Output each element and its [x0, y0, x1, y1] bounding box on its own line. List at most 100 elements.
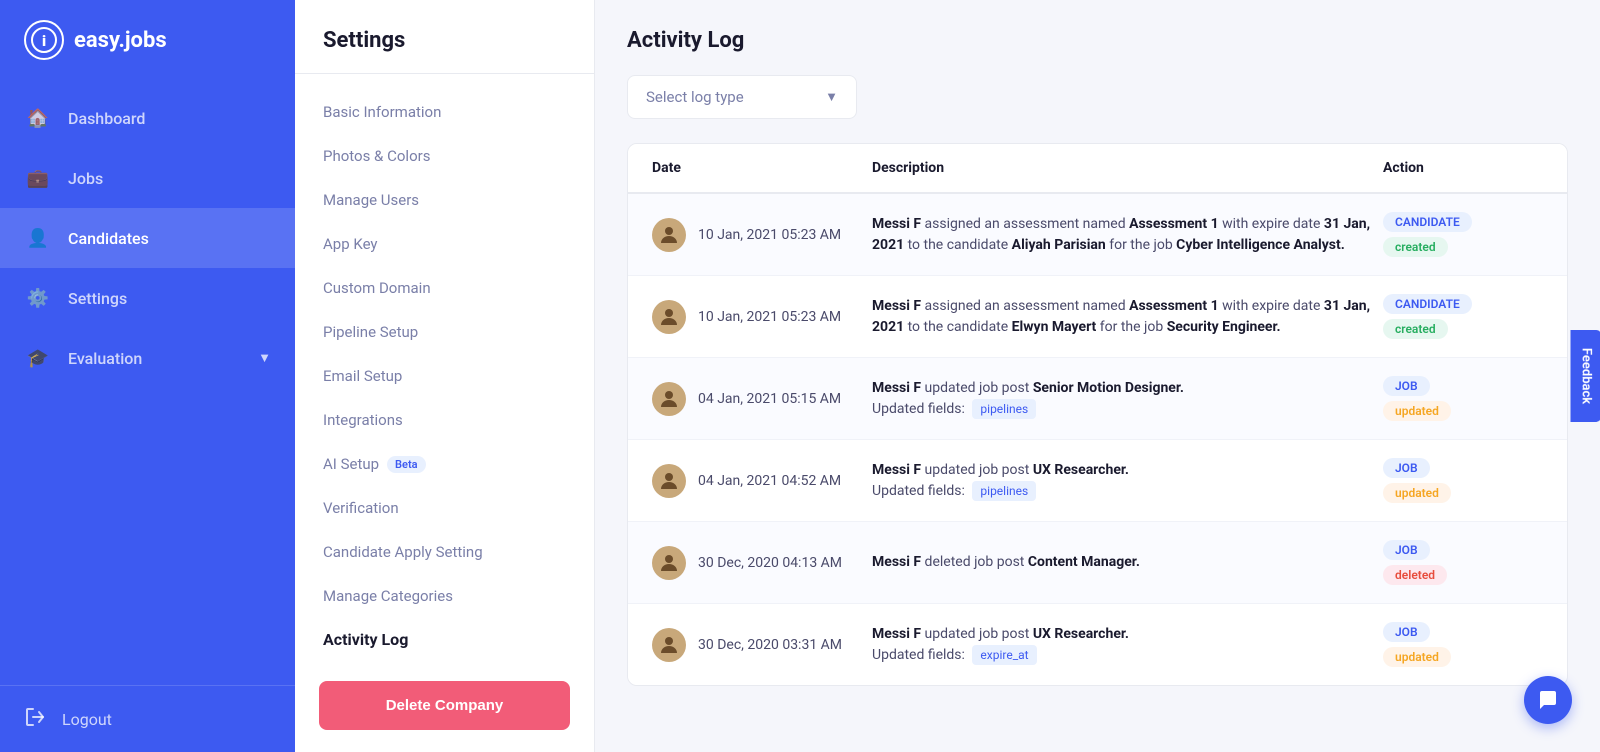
chat-bubble-button[interactable]	[1524, 676, 1572, 724]
settings-menu-candidate-apply[interactable]: Candidate Apply Setting	[295, 530, 594, 574]
avatar	[652, 218, 686, 252]
jobs-icon: 💼	[24, 164, 52, 192]
badge-status: updated	[1383, 483, 1451, 503]
sidebar-item-label: Dashboard	[68, 109, 145, 128]
logout-item[interactable]: Logout	[0, 685, 295, 752]
table-header: Date Description Action	[628, 144, 1567, 194]
table-header-date: Date	[652, 160, 872, 176]
feedback-tab[interactable]: Feedback	[1570, 330, 1600, 422]
delete-company-button[interactable]: Delete Company	[319, 681, 570, 730]
sidebar-item-settings[interactable]: ⚙️ Settings	[0, 268, 295, 328]
table-row: 10 Jan, 2021 05:23 AM Messi F assigned a…	[628, 194, 1567, 276]
sidebar: i easy.jobs 🏠 Dashboard 💼 Jobs 👤 Candida…	[0, 0, 295, 752]
date-text: 04 Jan, 2021 04:52 AM	[698, 473, 841, 489]
badge-status: deleted	[1383, 565, 1447, 585]
table-row: 10 Jan, 2021 05:23 AM Messi F assigned a…	[628, 276, 1567, 358]
description-cell: Messi F assigned an assessment named Ass…	[872, 296, 1383, 338]
logo-icon: i	[24, 20, 64, 60]
table-row: 30 Dec, 2020 03:31 AM Messi F updated jo…	[628, 604, 1567, 685]
date-cell: 04 Jan, 2021 05:15 AM	[652, 382, 872, 416]
description-cell: Messi F deleted job post Content Manager…	[872, 552, 1383, 573]
sidebar-item-label: Settings	[68, 289, 127, 308]
date-cell: 10 Jan, 2021 05:23 AM	[652, 300, 872, 334]
date-cell: 30 Dec, 2020 03:31 AM	[652, 628, 872, 662]
avatar	[652, 546, 686, 580]
date-text: 30 Dec, 2020 03:31 AM	[698, 637, 842, 653]
logout-label: Logout	[62, 710, 112, 729]
activity-log-panel: Activity Log Select log type ▼ Date Desc…	[595, 0, 1600, 752]
description-cell: Messi F updated job post UX Researcher. …	[872, 460, 1383, 502]
date-cell: 30 Dec, 2020 04:13 AM	[652, 546, 872, 580]
logo-text: easy.jobs	[74, 28, 167, 53]
badge-type: JOB	[1383, 540, 1430, 560]
avatar	[652, 464, 686, 498]
settings-title: Settings	[295, 0, 594, 74]
sidebar-item-dashboard[interactable]: 🏠 Dashboard	[0, 88, 295, 148]
action-cell: CANDIDATE created	[1383, 212, 1543, 257]
settings-menu-manage-categories[interactable]: Manage Categories	[295, 574, 594, 618]
settings-panel: Settings Basic Information Photos & Colo…	[295, 0, 595, 752]
settings-menu-ai-setup[interactable]: AI Setup Beta	[295, 442, 594, 486]
svg-text:i: i	[42, 32, 46, 50]
settings-menu-pipeline-setup[interactable]: Pipeline Setup	[295, 310, 594, 354]
beta-badge: Beta	[387, 456, 426, 473]
description-cell: Messi F assigned an assessment named Ass…	[872, 214, 1383, 256]
settings-icon: ⚙️	[24, 284, 52, 312]
logout-icon	[24, 706, 46, 732]
badge-status: updated	[1383, 647, 1451, 667]
badge-type: JOB	[1383, 622, 1430, 642]
log-type-filter[interactable]: Select log type ▼	[627, 75, 857, 119]
settings-menu-email-setup[interactable]: Email Setup	[295, 354, 594, 398]
badge-type: CANDIDATE	[1383, 212, 1472, 232]
settings-menu-app-key[interactable]: App Key	[295, 222, 594, 266]
field-tag: expire_at	[972, 645, 1036, 665]
settings-menu-manage-users[interactable]: Manage Users	[295, 178, 594, 222]
date-text: 04 Jan, 2021 05:15 AM	[698, 391, 841, 407]
action-cell: CANDIDATE created	[1383, 294, 1543, 339]
home-icon: 🏠	[24, 104, 52, 132]
table-header-action: Action	[1383, 160, 1543, 176]
table-row: 30 Dec, 2020 04:13 AM Messi F deleted jo…	[628, 522, 1567, 604]
badge-type: CANDIDATE	[1383, 294, 1472, 314]
settings-menu-photos-colors[interactable]: Photos & Colors	[295, 134, 594, 178]
date-text: 10 Jan, 2021 05:23 AM	[698, 309, 841, 325]
sidebar-item-label: Evaluation	[68, 349, 142, 368]
settings-menu-basic-info[interactable]: Basic Information	[295, 90, 594, 134]
action-cell: JOB updated	[1383, 622, 1543, 667]
badge-type: JOB	[1383, 376, 1430, 396]
date-text: 30 Dec, 2020 04:13 AM	[698, 555, 842, 571]
action-cell: JOB updated	[1383, 376, 1543, 421]
evaluation-icon: 🎓	[24, 344, 52, 372]
action-cell: JOB updated	[1383, 458, 1543, 503]
activity-log-title: Activity Log	[627, 28, 1568, 53]
chevron-down-icon: ▼	[258, 350, 271, 366]
sidebar-item-candidates[interactable]: 👤 Candidates	[0, 208, 295, 268]
action-cell: JOB deleted	[1383, 540, 1543, 585]
field-tag: pipelines	[972, 481, 1036, 501]
date-text: 10 Jan, 2021 05:23 AM	[698, 227, 841, 243]
field-tag: pipelines	[972, 399, 1036, 419]
settings-menu-integrations[interactable]: Integrations	[295, 398, 594, 442]
badge-type: JOB	[1383, 458, 1430, 478]
activity-log-section-label: Activity Log	[295, 618, 594, 657]
activity-table: Date Description Action 10 Jan, 2021 05:…	[627, 143, 1568, 686]
description-cell: Messi F updated job post Senior Motion D…	[872, 378, 1383, 420]
badge-status: created	[1383, 319, 1448, 339]
settings-menu-custom-domain[interactable]: Custom Domain	[295, 266, 594, 310]
description-cell: Messi F updated job post UX Researcher. …	[872, 624, 1383, 666]
date-cell: 10 Jan, 2021 05:23 AM	[652, 218, 872, 252]
sidebar-item-label: Jobs	[68, 169, 103, 188]
badge-status: created	[1383, 237, 1448, 257]
settings-menu-verification[interactable]: Verification	[295, 486, 594, 530]
avatar	[652, 382, 686, 416]
sidebar-item-jobs[interactable]: 💼 Jobs	[0, 148, 295, 208]
date-cell: 04 Jan, 2021 04:52 AM	[652, 464, 872, 498]
avatar	[652, 300, 686, 334]
table-row: 04 Jan, 2021 04:52 AM Messi F updated jo…	[628, 440, 1567, 522]
logo[interactable]: i easy.jobs	[0, 0, 295, 80]
sidebar-item-label: Candidates	[68, 229, 149, 248]
badge-status: updated	[1383, 401, 1451, 421]
sidebar-item-evaluation[interactable]: 🎓 Evaluation ▼	[0, 328, 295, 388]
log-filter-placeholder: Select log type	[646, 88, 744, 106]
settings-menu: Basic Information Photos & Colors Manage…	[295, 74, 594, 673]
